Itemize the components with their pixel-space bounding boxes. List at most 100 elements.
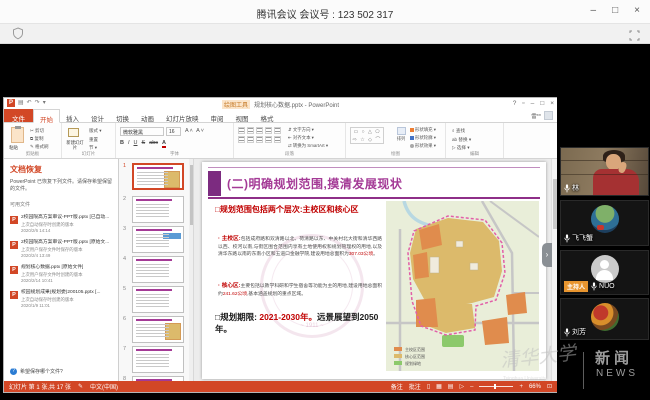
zoom-out-icon[interactable]: – xyxy=(470,384,473,390)
tab-transitions[interactable]: 切换 xyxy=(110,109,135,122)
redo-icon[interactable]: ↷ xyxy=(35,99,40,107)
new-slide-icon[interactable] xyxy=(68,128,79,137)
slide-sorter-icon[interactable]: ▦ xyxy=(436,383,442,390)
slide-heading[interactable]: □规划范围包括两个层次:主校区和核心区 xyxy=(215,205,385,215)
recovered-file-item[interactable]: P 规划核心数据.pptx [原始文件] 上次用户保存文件时创建的版本 2020… xyxy=(10,265,113,283)
participant-video-tile[interactable]: 刘芳 xyxy=(560,298,649,340)
find-button[interactable]: ⌕ 查找 xyxy=(452,127,471,136)
font-color-button[interactable]: A xyxy=(162,140,166,148)
copy-button[interactable]: ⧉ 复制 xyxy=(30,135,49,143)
participant-video-tile[interactable]: 主持人 NUO xyxy=(560,250,649,295)
quick-access-toolbar: P ▤ ↶ ↷ ▾ xyxy=(7,99,46,107)
contextual-tools-label: 绘图工具 xyxy=(222,100,250,109)
tab-view[interactable]: 视图 xyxy=(230,109,255,122)
tab-home[interactable]: 开始 xyxy=(33,109,60,123)
align-text-button[interactable]: ⇤ 对齐文本 ▾ xyxy=(288,134,328,142)
new-slide-button[interactable]: 新建幻灯片 xyxy=(65,140,85,150)
reading-view-icon[interactable]: ▤ xyxy=(448,383,454,390)
shape-effects-button[interactable]: 形状效果 ▾ xyxy=(410,142,436,150)
recovered-file-item[interactable]: P 校园规划成果(规划委)200105.pptx [... 上次自动保存时创建的… xyxy=(10,290,113,308)
layout-button[interactable]: 版式 ▾ xyxy=(89,127,102,136)
slide-title[interactable]: (二)明确规划范围,摸清发展现状 xyxy=(227,175,402,192)
smartart-button[interactable]: ⇄ 转换为 SmartArt ▾ xyxy=(288,142,328,150)
current-slide[interactable]: (二)明确规划范围,摸清发展现状 ~ 1911 ~ □规划范围包括两个层次:主校… xyxy=(202,162,546,379)
normal-view-icon[interactable]: ▯ xyxy=(427,383,430,390)
zoom-slider[interactable] xyxy=(479,386,513,387)
slide-thumbnail-5[interactable]: 5 xyxy=(123,286,184,313)
tab-file[interactable]: 文件 xyxy=(4,109,33,122)
slideshow-icon[interactable]: ▷ xyxy=(459,383,464,390)
notes-button[interactable]: 备注 xyxy=(391,382,403,391)
recovered-file-item[interactable]: P 2校园限高方案审议-PPT版.pptx [原始文... 上次用户保存文件时保… xyxy=(10,240,113,258)
account-area[interactable]: 雷** xyxy=(531,109,557,122)
ppt-minimize-icon[interactable]: – xyxy=(531,100,535,107)
text-direction-button[interactable]: ⇵ 文字方向 ▾ xyxy=(288,126,328,134)
slide-planning-period[interactable]: □规划期限: 2021-2030年。远景展望到2050年。 xyxy=(215,312,391,336)
save-icon[interactable]: ▤ xyxy=(18,99,24,107)
participant-video-tile[interactable]: 林 xyxy=(560,147,649,196)
underline-button[interactable]: U xyxy=(134,140,138,146)
slide-bullet-core-area[interactable]: · 核心区:主要包括以教学科研和学生宿舍等功能为主的用地,建设用地总面积约241… xyxy=(218,282,382,298)
undo-icon[interactable]: ↶ xyxy=(27,99,32,107)
slide-thumbnail-6[interactable]: 6 xyxy=(123,316,184,343)
slide-thumbnail-4[interactable]: 4 xyxy=(123,256,184,283)
paste-icon[interactable] xyxy=(11,127,24,143)
tab-slideshow[interactable]: 幻灯片放映 xyxy=(160,109,205,122)
comments-button[interactable]: 批注 xyxy=(409,382,421,391)
paragraph-buttons[interactable] xyxy=(238,127,282,143)
ribbon-display-icon[interactable]: ▫ xyxy=(522,100,524,107)
cut-button[interactable]: ✂ 剪切 xyxy=(30,127,49,135)
shape-fill-button[interactable]: 形状填充 ▾ xyxy=(410,126,436,134)
fit-to-window-icon[interactable]: ⊡ xyxy=(547,383,552,390)
map-legend: 主校区范围 核心区范围 规划绿地 xyxy=(394,346,425,366)
slide-thumbnail-7[interactable]: 7 xyxy=(123,346,184,373)
slide-bullet-main-campus[interactable]: · 主校区:包括成府路和双清路以北、荷清路以东、中关村北大街和清华西路以西、校河… xyxy=(218,235,382,258)
zoom-in-icon[interactable]: + xyxy=(519,384,523,390)
effects-swatch xyxy=(410,144,414,148)
fill-swatch xyxy=(410,128,414,132)
bold-button[interactable]: B xyxy=(120,140,124,146)
help-icon[interactable]: ? xyxy=(513,100,517,107)
tab-format[interactable]: 格式 xyxy=(255,109,280,122)
qat-dropdown-icon[interactable]: ▾ xyxy=(43,99,46,107)
shield-icon[interactable] xyxy=(12,27,24,45)
shape-outline-button[interactable]: 形状轮廓 ▾ xyxy=(410,134,436,142)
replace-button[interactable]: ab 替换 ▾ xyxy=(452,136,471,145)
thumbnail-table-preview xyxy=(163,233,181,239)
collapse-panel-arrow[interactable]: › xyxy=(542,243,552,267)
shadow-button[interactable]: abc xyxy=(149,140,158,146)
ppt-maximize-icon[interactable]: □ xyxy=(540,100,544,107)
slide-thumbnail-3[interactable]: 3 xyxy=(123,226,184,253)
slide-canvas: (二)明确规划范围,摸清发展现状 ~ 1911 ~ □规划范围包括两个层次:主校… xyxy=(194,159,551,381)
zoom-level[interactable]: 66% xyxy=(529,384,541,390)
strikethrough-button[interactable]: S xyxy=(142,140,146,146)
account-avatar xyxy=(544,111,553,120)
paragraph-group: ⇵ 文字方向 ▾ ⇤ 对齐文本 ▾ ⇄ 转换为 SmartArt ▾ 段落 xyxy=(234,123,346,158)
recovery-question[interactable]: ? 希望保存哪个文件? xyxy=(10,368,63,375)
minimize-icon[interactable]: – xyxy=(591,5,597,17)
ribbon: 粘贴 ✂ 剪切 ⧉ 复制 ✎ 格式刷 剪贴板 新建幻灯片 版式 ▾ 重置 节 ▾… xyxy=(4,123,557,159)
font-name-select[interactable]: 微软雅黑 xyxy=(120,127,164,136)
tab-animations[interactable]: 动画 xyxy=(135,109,160,122)
ppt-close-icon[interactable]: × xyxy=(550,100,554,107)
italic-button[interactable]: I xyxy=(128,140,130,146)
reset-button[interactable]: 重置 xyxy=(89,136,102,145)
language-indicator[interactable]: 中文(中国) xyxy=(90,382,118,391)
slide-thumbnail-2[interactable]: 2 xyxy=(123,196,184,223)
ppt-file-icon: P xyxy=(10,216,18,224)
pencil-icon[interactable]: ✎ xyxy=(78,383,83,390)
shapes-gallery[interactable]: ▭ ○ △ ⬠ ⇨ ☆ ◇ ⌒ xyxy=(350,127,384,144)
recovered-file-item[interactable]: P 2校园限高方案审议-PPT版.pptx [已自动... 上次自动保存时创建的… xyxy=(10,215,113,233)
outline-swatch xyxy=(410,136,414,140)
thumbnail-scrollbar[interactable] xyxy=(189,159,193,381)
tab-design[interactable]: 设计 xyxy=(85,109,110,122)
participant-video-tile[interactable]: 飞飞蟹 xyxy=(560,200,649,246)
grow-shrink-font-buttons[interactable]: A˄ A˅ xyxy=(185,128,205,134)
tab-review[interactable]: 审阅 xyxy=(205,109,230,122)
meeting-toolbar xyxy=(0,24,650,44)
font-size-select[interactable]: 16 xyxy=(166,127,181,136)
maximize-icon[interactable]: □ xyxy=(612,5,618,17)
tab-insert[interactable]: 插入 xyxy=(60,109,85,122)
close-icon[interactable]: × xyxy=(634,5,640,17)
slide-thumbnail-1[interactable]: 1 xyxy=(123,163,184,190)
